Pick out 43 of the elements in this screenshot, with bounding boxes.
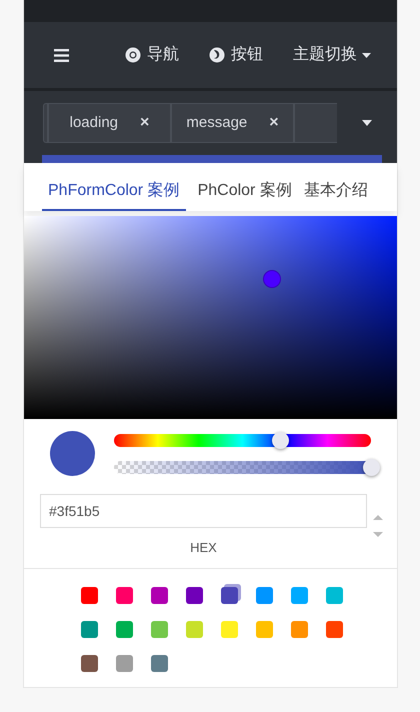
color-swatch[interactable] [116, 586, 133, 604]
hex-input[interactable]: #3f51b5 [40, 494, 367, 528]
slider-thumb[interactable] [272, 432, 290, 448]
color-preview [50, 431, 95, 476]
color-swatch[interactable] [116, 654, 133, 672]
picker-handle[interactable] [263, 270, 281, 288]
slider-thumb[interactable] [363, 458, 380, 476]
browser-icon [209, 47, 225, 63]
tab[interactable]: PhFormColor 案例 [42, 179, 186, 211]
color-swatch[interactable] [186, 620, 203, 638]
close-icon[interactable]: × [140, 111, 150, 135]
nav-link[interactable]: 按钮 [209, 43, 263, 67]
color-swatch[interactable] [81, 654, 98, 672]
color-swatch[interactable] [151, 654, 168, 672]
color-swatch[interactable] [81, 620, 98, 638]
color-swatch[interactable] [221, 586, 238, 604]
color-swatch[interactable] [151, 620, 168, 638]
color-swatch[interactable] [326, 620, 343, 638]
color-swatch[interactable] [116, 620, 133, 638]
tab[interactable]: 基本介绍 [304, 179, 368, 211]
menu-icon[interactable] [54, 48, 69, 62]
color-swatch[interactable] [256, 620, 273, 638]
color-swatch[interactable] [256, 586, 273, 604]
tab[interactable]: PhColor 案例 [198, 179, 292, 211]
alpha-slider[interactable] [114, 458, 379, 476]
browser-icon [125, 47, 141, 63]
color-swatch[interactable] [221, 620, 238, 638]
color-swatch[interactable] [326, 586, 343, 604]
caret-icon [362, 52, 371, 58]
theme-dropdown[interactable]: 主题切换 [293, 43, 371, 67]
page-tab[interactable]: message × [171, 103, 294, 143]
color-swatch[interactable] [291, 586, 308, 604]
caret-icon[interactable] [362, 120, 372, 126]
nav-link[interactable]: 导航 [125, 43, 179, 67]
color-swatch[interactable] [81, 586, 98, 604]
format-label: HEX [190, 539, 217, 557]
page-tab[interactable]: loading × [48, 103, 171, 143]
spinner-icon[interactable] [373, 514, 383, 538]
color-swatch[interactable] [186, 586, 203, 604]
color-swatch[interactable] [291, 620, 308, 638]
close-icon[interactable]: × [269, 111, 279, 135]
saturation-panel[interactable] [24, 216, 397, 419]
color-swatch[interactable] [151, 586, 168, 604]
